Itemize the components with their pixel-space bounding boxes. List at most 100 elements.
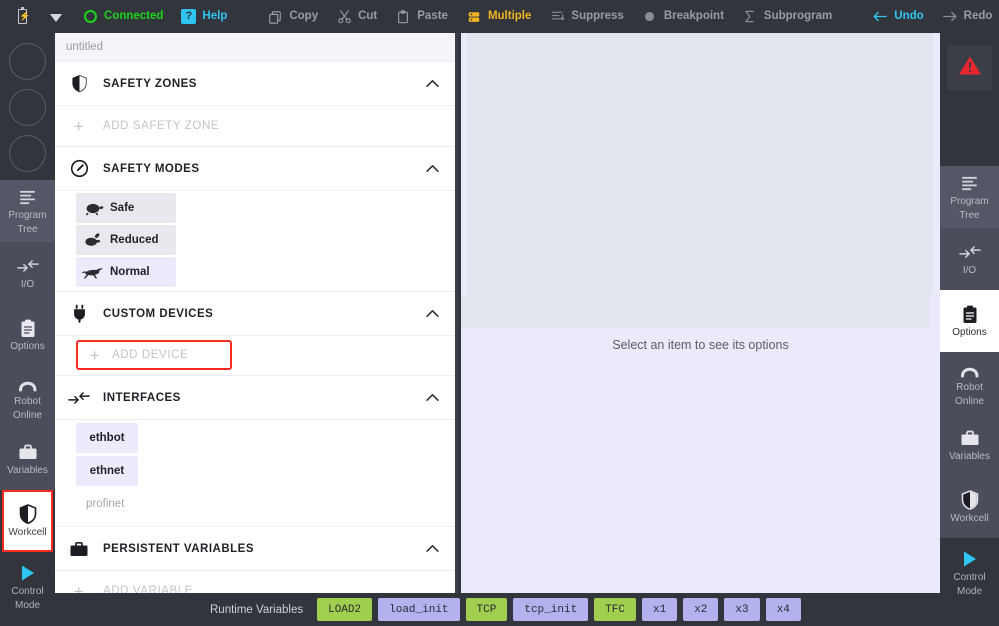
help-button[interactable]: ? Help (172, 0, 236, 33)
interface-item-ethbot[interactable]: ethbot (76, 423, 138, 453)
plus-icon: + (73, 581, 85, 594)
breakpoint-icon (642, 9, 658, 25)
safety-mode-label-reduced: Reduced (110, 234, 159, 246)
runtime-chip-x4[interactable]: x4 (765, 598, 801, 621)
runtime-chip-x2[interactable]: x2 (683, 598, 719, 621)
sidebar-item-options-right[interactable]: Options (940, 290, 999, 352)
paste-button[interactable]: Paste (386, 0, 457, 33)
briefcase-icon (960, 428, 980, 448)
section-title-persistent-variables: PERSISTENT VARIABLES (103, 542, 254, 555)
sidebar-item-robot-online[interactable]: Robot Online (0, 366, 55, 428)
chevron-up-icon[interactable] (425, 389, 440, 407)
io-icon (16, 256, 39, 276)
add-variable-button[interactable]: + ADD VARIABLE (55, 571, 458, 593)
sidebar-label-options-right: Options (952, 327, 987, 338)
sidebar-label-program-tree-right-2: Tree (959, 210, 980, 221)
sidebar-item-variables[interactable]: Variables (0, 428, 55, 490)
detail-hint-text: Select an item to see its options (612, 338, 789, 352)
runtime-chip-tfc[interactable]: TFC (594, 598, 636, 621)
copy-button[interactable]: Copy (258, 0, 327, 33)
multiple-icon (466, 9, 482, 25)
sidebar-label-robot-right-2: Online (955, 396, 984, 407)
safety-mode-safe[interactable]: Safe (76, 193, 176, 223)
clipboard-icon (20, 318, 36, 338)
chevron-up-icon[interactable] (425, 75, 440, 93)
cheetah-icon (76, 265, 110, 280)
sidebar-label-workcell-right: Workcell (950, 513, 989, 524)
play-icon (18, 563, 37, 583)
clipboard-icon (962, 304, 978, 324)
runtime-chip-tcp-init[interactable]: tcp_init (513, 598, 589, 621)
section-header-safety-modes[interactable]: SAFETY MODES (55, 146, 458, 191)
add-device-label: ADD DEVICE (112, 349, 189, 361)
status-indicator-group (0, 33, 55, 180)
shield-icon (19, 504, 37, 524)
sidebar-item-control-mode-right[interactable]: Control Mode (940, 538, 999, 608)
robot-arm-icon (17, 373, 39, 393)
runtime-chip-tcp[interactable]: TCP (465, 598, 508, 621)
section-header-custom-devices[interactable]: CUSTOM DEVICES (55, 291, 458, 336)
sidebar-item-control-mode[interactable]: Control Mode (0, 552, 55, 622)
chevron-up-icon[interactable] (425, 160, 440, 178)
suppress-button[interactable]: Suppress (540, 0, 632, 33)
chevron-up-icon[interactable] (425, 305, 440, 323)
sidebar-item-program-tree[interactable]: Program Tree (0, 180, 55, 242)
gauge-icon (55, 159, 103, 178)
sidebar-label-program-tree-1: Program (8, 210, 47, 221)
wifi-icon (48, 9, 64, 25)
interface-item-profinet[interactable]: profinet (76, 489, 138, 519)
sidebar-item-io[interactable]: I/O (0, 242, 55, 304)
sidebar-item-program-tree-right[interactable]: Program Tree (940, 166, 999, 228)
breakpoint-button[interactable]: Breakpoint (633, 0, 733, 33)
safety-mode-normal[interactable]: Normal (76, 257, 176, 287)
sidebar-item-workcell[interactable]: Workcell (2, 490, 53, 552)
status-circle-2[interactable] (9, 89, 46, 126)
sigma-icon (742, 9, 758, 25)
cut-button[interactable]: Cut (327, 0, 386, 33)
section-title-interfaces: INTERFACES (103, 391, 181, 404)
add-device-button[interactable]: + ADD DEVICE (76, 340, 232, 370)
lines-icon (18, 187, 37, 207)
briefcase-icon (18, 442, 38, 462)
runtime-chip-x3[interactable]: x3 (724, 598, 760, 621)
sidebar-item-variables-right[interactable]: Variables (940, 414, 999, 476)
multiple-button[interactable]: Multiple (457, 0, 540, 33)
connected-ring-icon (82, 9, 98, 25)
subprogram-button[interactable]: Subprogram (733, 0, 841, 33)
right-nav-list: Program Tree I/O Options Robot Online Va… (940, 166, 999, 608)
runtime-chip-x1[interactable]: x1 (641, 598, 678, 621)
sidebar-label-control-right-2: Mode (956, 586, 982, 597)
wifi-status (39, 0, 73, 33)
section-header-interfaces[interactable]: INTERFACES (55, 375, 458, 420)
plug-icon (55, 304, 103, 323)
status-circle-1[interactable] (9, 43, 46, 80)
status-circle-3[interactable] (9, 135, 46, 172)
add-safety-zone-button[interactable]: + ADD SAFETY ZONE (55, 106, 458, 146)
safety-mode-reduced[interactable]: Reduced (76, 225, 176, 255)
redo-button[interactable]: Redo (933, 0, 999, 33)
suppress-label: Suppress (571, 9, 624, 22)
redo-label: Redo (963, 9, 993, 22)
section-header-safety-zones[interactable]: SAFETY ZONES (55, 61, 458, 106)
sidebar-item-options[interactable]: Options (0, 304, 55, 366)
runtime-chip-load2[interactable]: LOAD2 (317, 598, 373, 621)
alert-button[interactable] (947, 45, 992, 90)
sidebar-item-io-right[interactable]: I/O (940, 228, 999, 290)
paste-label: Paste (417, 9, 448, 22)
section-header-persistent-variables[interactable]: PERSISTENT VARIABLES (55, 526, 458, 571)
connected-label: Connected (104, 9, 164, 22)
shield-icon (961, 490, 979, 510)
chevron-up-icon[interactable] (425, 540, 440, 558)
interface-item-ethnet[interactable]: ethnet (76, 456, 138, 486)
left-sidebar: Program Tree I/O Options Robot Online Va… (0, 33, 55, 626)
sidebar-item-workcell-right[interactable]: Workcell (940, 476, 999, 538)
sidebar-label-robot-right-1: Robot (956, 382, 983, 393)
runtime-chip-load-init[interactable]: load_init (378, 598, 460, 621)
section-title-custom-devices: CUSTOM DEVICES (103, 307, 214, 320)
add-variable-label: ADD VARIABLE (103, 585, 194, 593)
sidebar-item-robot-online-right[interactable]: Robot Online (940, 352, 999, 414)
connection-status: Connected (73, 0, 172, 33)
scissors-icon (336, 9, 352, 25)
sidebar-label-variables: Variables (7, 465, 48, 476)
undo-button[interactable]: Undo (863, 0, 932, 33)
